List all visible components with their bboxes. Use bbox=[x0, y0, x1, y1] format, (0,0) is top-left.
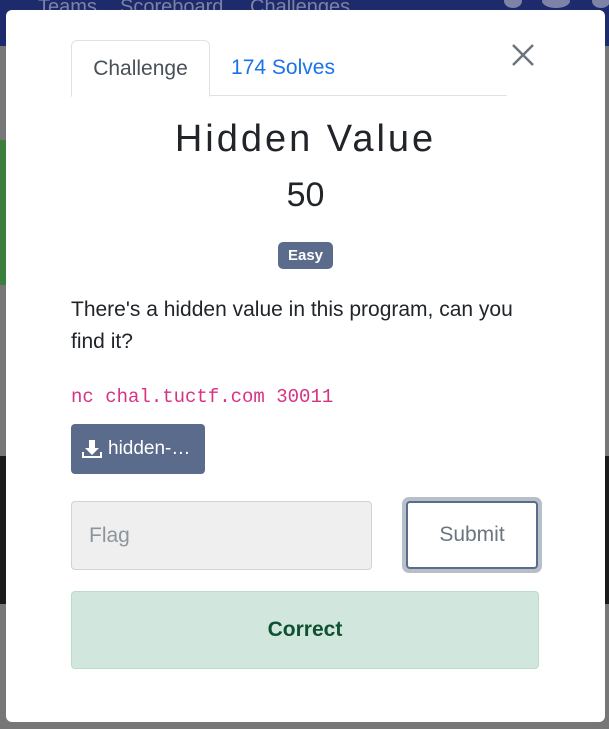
team-icon bbox=[542, 0, 570, 8]
close-button[interactable] bbox=[508, 40, 538, 70]
flag-input[interactable] bbox=[71, 501, 372, 570]
challenge-value: 50 bbox=[286, 176, 325, 214]
close-icon bbox=[512, 44, 534, 66]
download-icon bbox=[82, 440, 102, 458]
user-icon bbox=[504, 0, 522, 8]
modal-tabs: Challenge 174 Solves bbox=[71, 40, 507, 97]
download-file-button[interactable]: hidden-… bbox=[71, 424, 205, 474]
difficulty-badge: Easy bbox=[277, 242, 334, 269]
challenge-description: There's a hidden value in this program, … bbox=[71, 298, 513, 353]
submit-label: Submit bbox=[406, 501, 538, 569]
challenge-title: Hidden Value bbox=[174, 118, 437, 160]
submit-button[interactable]: Submit bbox=[402, 497, 542, 573]
challenge-modal: Challenge 174 Solves Hidden Value 50 Eas… bbox=[6, 10, 605, 722]
tab-challenge[interactable]: Challenge bbox=[71, 40, 210, 97]
connection-command: nc chal.tuctf.com 30011 bbox=[71, 386, 334, 408]
file-name: hidden-… bbox=[108, 438, 191, 459]
tab-solves[interactable]: 174 Solves bbox=[223, 40, 343, 96]
settings-icon bbox=[592, 0, 609, 8]
result-alert: Correct bbox=[71, 591, 539, 669]
